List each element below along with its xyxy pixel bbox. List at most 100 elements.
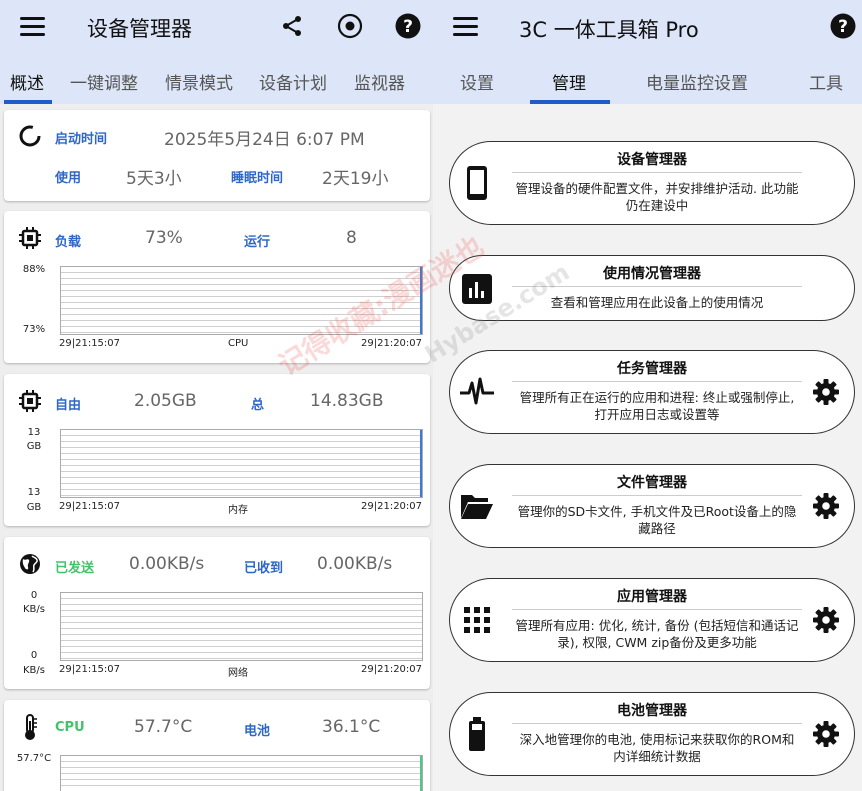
card-title: 电池管理器	[617, 703, 687, 719]
memory-chip-icon	[18, 389, 42, 413]
use-value: 5天3小	[126, 169, 182, 189]
mem-x-start: 29|21:15:07	[59, 501, 121, 512]
card-description: 管理设备的硬件配置文件，并安排维护活动. 此功能仍在建设中	[515, 181, 799, 213]
mem-y-top-2: GB	[26, 441, 42, 452]
page-title: 设备管理器	[87, 17, 192, 41]
tab-power-monitor-settings[interactable]: 电量监控设置	[646, 69, 748, 94]
bar-chart-icon	[460, 270, 494, 308]
temp-bat-value: 36.1°C	[322, 717, 381, 737]
clock-icon	[18, 124, 42, 148]
card-description: 管理所有应用: 优化, 统计, 备份 (包括短信和通话记录), 权限, CWM …	[515, 618, 799, 650]
mem-free-label: 自由	[55, 398, 82, 413]
net-x-mid: 网络	[228, 668, 248, 679]
tab-overview[interactable]: 概述	[10, 69, 44, 94]
divider	[512, 286, 802, 287]
phone-icon	[460, 164, 494, 202]
cpu-x-end: 29|21:20:07	[361, 338, 423, 349]
usage-manager-card[interactable]: 使用情况管理器 查看和管理应用在此设备上的使用情况	[449, 255, 855, 321]
cpu-card[interactable]: 负载 73% 运行 8 88% 73% 29|21:15:07 CPU 29|2…	[4, 211, 430, 363]
net-sent-value: 0.00KB/s	[129, 554, 205, 574]
uptime-label: 启动时间	[55, 132, 108, 147]
cpu-chip-icon	[18, 226, 42, 250]
mem-total-label: 总	[251, 398, 265, 413]
mem-x-mid: 内存	[228, 505, 248, 516]
cpu-y-bottom: 73%	[22, 324, 46, 335]
tab-one-click-tune[interactable]: 一键调整	[70, 69, 138, 94]
uptime-card[interactable]: 启动时间 2025年5月24日 6:07 PM 使用 5天3小 睡眠时间 2天1…	[4, 110, 430, 201]
cpu-y-top: 88%	[22, 264, 46, 275]
network-chart	[60, 592, 423, 661]
folder-icon	[460, 487, 494, 525]
help-icon[interactable]: ?	[394, 12, 422, 40]
net-recv-label: 已收到	[244, 561, 284, 576]
cpu-load-value: 73%	[145, 228, 183, 248]
menu-icon[interactable]	[20, 17, 45, 37]
uptime-value: 2025年5月24日 6:07 PM	[164, 130, 365, 150]
card-title: 使用情况管理器	[603, 266, 701, 282]
globe-icon	[18, 552, 42, 576]
cpu-load-label: 负载	[55, 235, 82, 250]
divider	[512, 172, 802, 173]
temp-y-top: 57.7°C	[16, 753, 52, 764]
thermometer-icon	[18, 713, 42, 740]
help-icon[interactable]: ?	[829, 12, 857, 40]
cpu-run-label: 运行	[244, 235, 271, 250]
app-title: 3C 一体工具箱 Pro	[519, 18, 699, 42]
file-manager-card[interactable]: 文件管理器 管理你的SD卡文件, 手机文件及已Root设备上的隐藏路径	[449, 464, 855, 548]
left-tab-bar: 概述 一键调整 情景模式 设备计划 监视器	[0, 56, 433, 104]
use-label: 使用	[55, 171, 82, 186]
svg-text:?: ?	[403, 17, 413, 37]
card-title: 文件管理器	[617, 475, 687, 491]
gear-icon[interactable]	[812, 492, 840, 520]
tab-manage[interactable]: 管理	[552, 69, 586, 94]
net-y-top-1: 0	[30, 590, 38, 601]
mem-y-bottom-1: 13	[27, 487, 41, 498]
net-y-bottom-1: 0	[30, 650, 38, 661]
gear-icon[interactable]	[812, 720, 840, 748]
card-description: 管理所有正在运行的应用和进程: 终止或强制停止, 打开应用日志或设置等	[519, 390, 795, 422]
gear-icon[interactable]	[812, 378, 840, 406]
tab-monitor[interactable]: 监视器	[354, 69, 405, 94]
temp-bat-label: 电池	[244, 724, 271, 739]
card-title: 应用管理器	[617, 589, 687, 605]
temperature-card[interactable]: CPU 57.7°C 电池 36.1°C 57.7°C	[4, 700, 430, 791]
menu-icon[interactable]	[453, 17, 478, 37]
net-y-bottom-2: KB/s	[23, 665, 45, 676]
battery-icon	[460, 715, 494, 753]
sleep-label: 睡眠时间	[231, 171, 284, 186]
mem-total-value: 14.83GB	[310, 391, 384, 411]
mem-free-value: 2.05GB	[134, 391, 197, 411]
mem-y-bottom-2: GB	[26, 502, 42, 513]
mem-y-top-1: 13	[27, 427, 41, 438]
tab-indicator	[530, 100, 610, 104]
left-app-bar: 设备管理器 ?	[0, 0, 433, 56]
svg-text:?: ?	[838, 17, 848, 37]
card-title: 任务管理器	[617, 361, 687, 377]
tab-tools[interactable]: 工具	[809, 69, 843, 94]
net-x-end: 29|21:20:07	[361, 664, 423, 675]
memory-card[interactable]: 自由 2.05GB 总 14.83GB 13 GB 13 GB 29|21:15…	[4, 374, 430, 526]
tab-settings[interactable]: 设置	[460, 69, 494, 94]
card-description: 管理你的SD卡文件, 手机文件及已Root设备上的隐藏路径	[517, 504, 797, 536]
right-tab-bar: 设置 管理 电量监控设置 工具	[433, 56, 862, 104]
battery-manager-card[interactable]: 电池管理器 深入地管理你的电池, 使用标记来获取你的ROM和内详细统计数据	[449, 692, 855, 776]
cpu-x-mid: CPU	[228, 338, 249, 349]
right-panel: 3C 一体工具箱 Pro ? 设置 管理 电量监控设置 工具 设备管理器 管理设…	[433, 0, 862, 791]
net-x-start: 29|21:15:07	[59, 664, 121, 675]
divider	[512, 609, 802, 610]
cpu-chart	[60, 266, 423, 335]
temp-cpu-value: 57.7°C	[134, 717, 193, 737]
tab-scene-mode[interactable]: 情景模式	[165, 69, 233, 94]
divider	[512, 381, 802, 382]
divider	[512, 723, 802, 724]
app-manager-card[interactable]: 应用管理器 管理所有应用: 优化, 统计, 备份 (包括短信和通话记录), 权限…	[449, 578, 855, 662]
pulse-icon	[460, 373, 494, 411]
tab-device-plan[interactable]: 设备计划	[259, 69, 327, 94]
share-icon[interactable]	[278, 12, 306, 40]
device-manager-card[interactable]: 设备管理器 管理设备的硬件配置文件，并安排维护活动. 此功能仍在建设中	[449, 141, 855, 225]
cpu-run-value: 8	[346, 228, 357, 248]
task-manager-card[interactable]: 任务管理器 管理所有正在运行的应用和进程: 终止或强制停止, 打开应用日志或设置…	[449, 350, 855, 434]
gear-icon[interactable]	[812, 606, 840, 634]
network-card[interactable]: 已发送 0.00KB/s 已收到 0.00KB/s 0 KB/s 0 KB/s …	[4, 537, 430, 689]
record-icon[interactable]	[336, 12, 364, 40]
